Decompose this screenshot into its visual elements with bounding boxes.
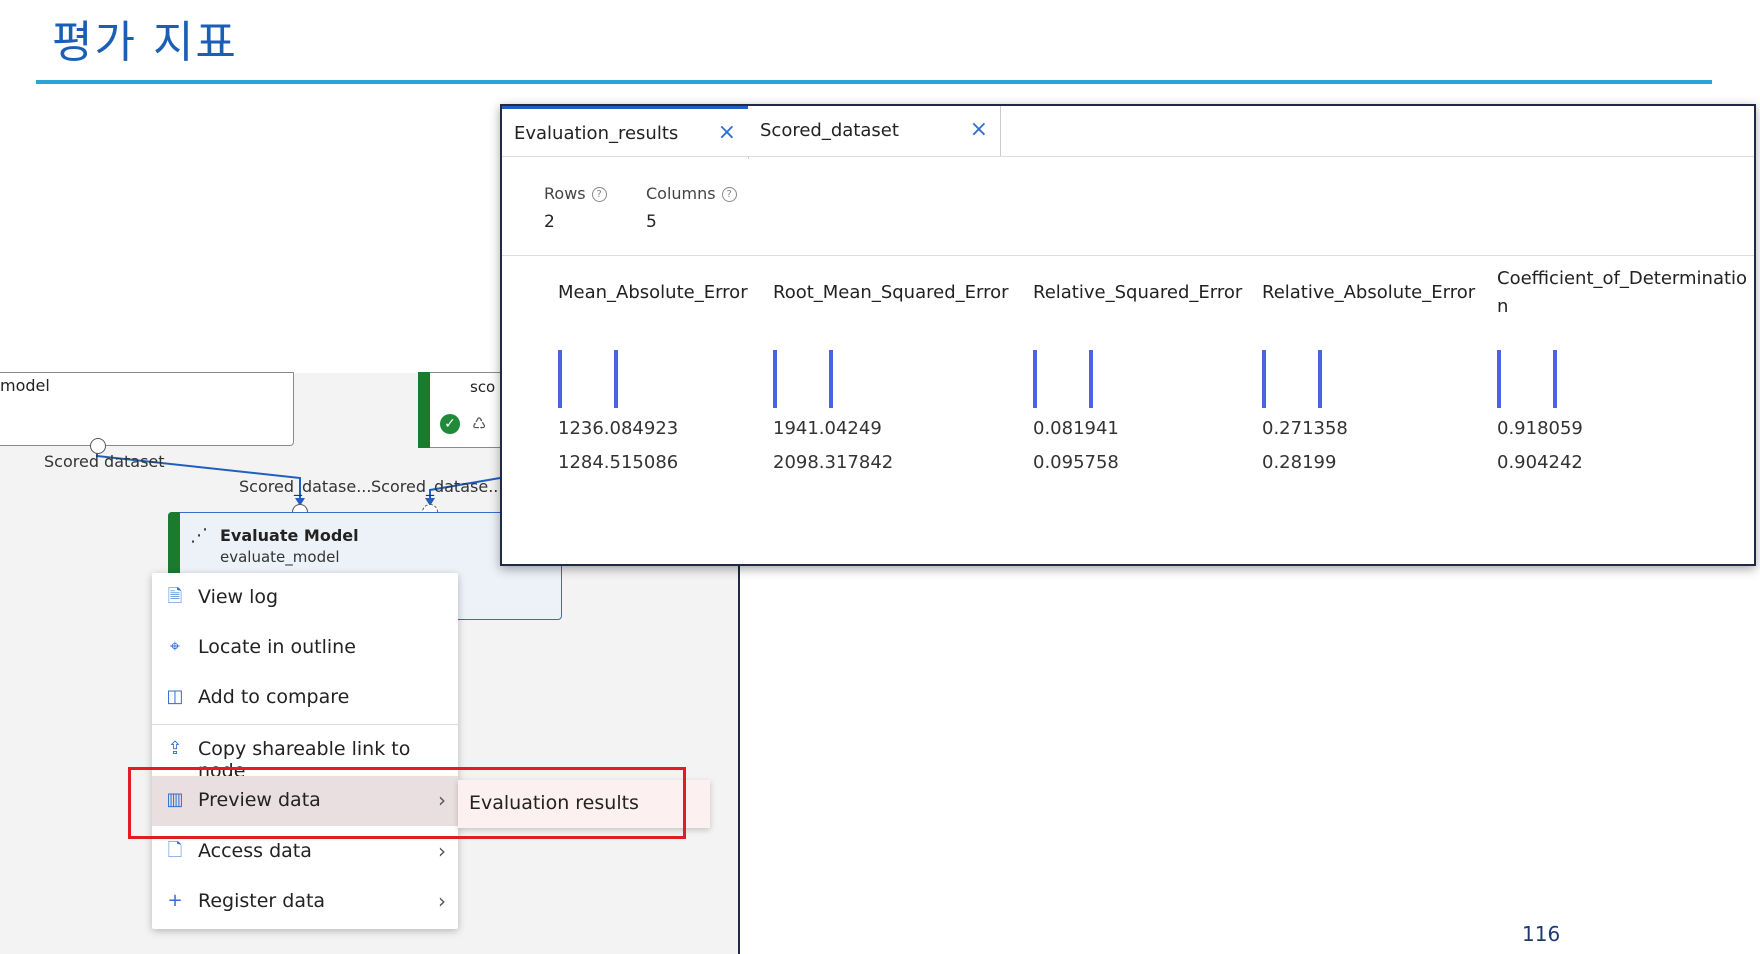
rows-label-text: Rows — [544, 184, 586, 203]
menu-item-label: View log — [198, 586, 279, 608]
menu-item-locate-in-outline[interactable]: ⌖ Locate in outline — [152, 623, 458, 673]
document-icon: 🗎 — [167, 586, 183, 607]
histogram-bar — [1033, 350, 1037, 408]
menu-item-view-log[interactable]: 🗎 View log — [152, 573, 458, 623]
columns-label: Columns? — [646, 184, 737, 203]
close-icon[interactable]: × — [970, 117, 988, 142]
histogram-bar — [614, 350, 618, 408]
rows-value: 2 — [544, 212, 555, 232]
tab-scored-dataset[interactable]: Scored_dataset × — [748, 106, 1001, 156]
preview-data-panel: Evaluation_results × Scored_dataset × Ro… — [500, 104, 1756, 566]
meta-divider — [502, 255, 1754, 256]
highlight-box — [128, 767, 686, 839]
evaluate-node-subtitle: evaluate_model — [220, 548, 340, 566]
table-cell: 1236.084923 — [558, 418, 679, 439]
compare-icon: ◫ — [166, 686, 184, 707]
histogram-bar — [1497, 350, 1501, 408]
menu-item-add-to-compare[interactable]: ◫ Add to compare — [152, 673, 458, 723]
histogram-bar — [558, 350, 562, 408]
column-header[interactable]: Root_Mean_Squared_Error — [773, 282, 1009, 303]
port-label-input-1: Scored_datase... — [239, 477, 372, 496]
column-header[interactable]: Relative_Absolute_Error — [1262, 282, 1475, 303]
plus-icon: + — [167, 890, 183, 911]
menu-item-label: Add to compare — [198, 686, 350, 708]
menu-item-label: Register data — [198, 890, 326, 912]
share-icon: ⇪ — [167, 738, 183, 759]
histogram-bar — [1262, 350, 1266, 408]
histogram-bar — [1089, 350, 1093, 408]
columns-label-text: Columns — [646, 184, 716, 203]
context-menu: 🗎 View log ⌖ Locate in outline ◫ Add to … — [152, 573, 458, 929]
tab-label: Scored_dataset — [760, 120, 899, 141]
table-cell: 0.095758 — [1033, 452, 1119, 473]
table-cell: 0.271358 — [1262, 418, 1348, 439]
locate-icon: ⌖ — [169, 636, 181, 657]
evaluate-node-title: Evaluate Model — [220, 526, 359, 545]
port-label-scored-dataset: Scored dataset — [44, 452, 165, 471]
column-header[interactable]: Relative_Squared_Error — [1033, 282, 1242, 303]
table-cell: 0.918059 — [1497, 418, 1583, 439]
table-cell: 0.904242 — [1497, 452, 1583, 473]
scatter-chart-icon: ⋰ — [190, 525, 208, 546]
help-icon[interactable]: ? — [591, 187, 607, 202]
table-cell: 1284.515086 — [558, 452, 679, 473]
tab-label: Evaluation_results — [514, 123, 679, 144]
histogram-bar — [1318, 350, 1322, 408]
chevron-right-icon: › — [438, 889, 446, 913]
page-number: 116 — [1522, 922, 1561, 946]
table-cell: 2098.317842 — [773, 452, 894, 473]
tab-evaluation-results[interactable]: Evaluation_results × — [502, 106, 749, 159]
menu-item-register-data[interactable]: + Register data › — [152, 877, 458, 927]
table-cell: 0.081941 — [1033, 418, 1119, 439]
histogram-bar — [829, 350, 833, 408]
column-header-wrap: n — [1497, 296, 1509, 317]
column-header[interactable]: Mean_Absolute_Error — [558, 282, 748, 303]
column-header[interactable]: Coefficient_of_Determinatio — [1497, 268, 1747, 289]
help-icon[interactable]: ? — [721, 187, 737, 202]
menu-item-label: Locate in outline — [198, 636, 356, 658]
tab-bar-divider — [502, 156, 1754, 157]
histogram-bar — [1553, 350, 1557, 408]
columns-value: 5 — [646, 212, 657, 232]
port-label-input-2: Scored_datase... — [371, 477, 504, 496]
table-cell: 1941.04249 — [773, 418, 882, 439]
data-file-icon: 🗋 — [167, 840, 183, 861]
menu-item-label: Access data — [198, 840, 312, 862]
rows-label: Rows? — [544, 184, 607, 203]
histogram-bar — [773, 350, 777, 408]
chevron-right-icon: › — [438, 839, 446, 863]
table-cell: 0.28199 — [1262, 452, 1337, 473]
close-icon[interactable]: × — [718, 120, 736, 145]
